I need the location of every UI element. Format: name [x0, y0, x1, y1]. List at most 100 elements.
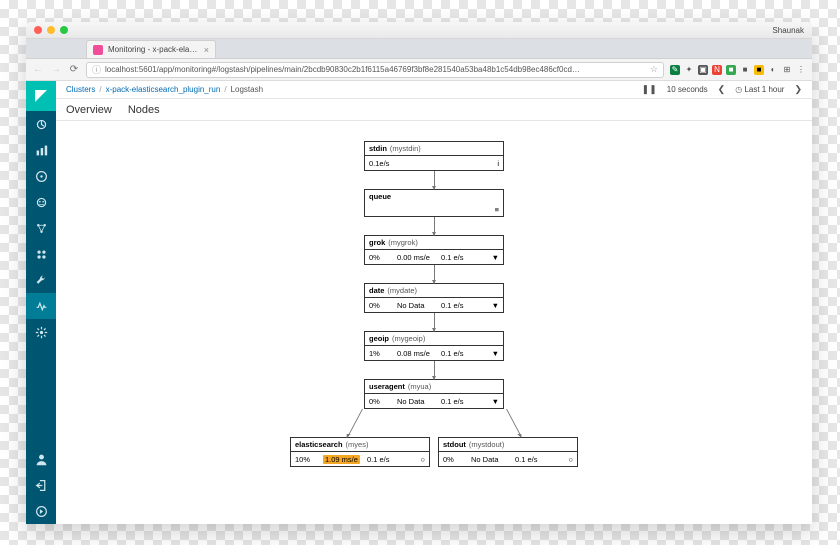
ext-icon-6[interactable]: ■: [754, 65, 764, 75]
subnav-nodes[interactable]: Nodes: [128, 104, 160, 116]
split-connector: [294, 409, 574, 437]
url-text: localhost:5601/app/monitoring#/logstash/…: [105, 65, 646, 74]
browser-toolbar: ← → ⟳ ⓘ localhost:5601/app/monitoring#/l…: [26, 59, 812, 81]
node-pct: 0%: [369, 397, 393, 406]
node-pct: 1%: [369, 349, 393, 358]
sidebar-item-account[interactable]: [26, 446, 56, 472]
filter-icon: ▼: [489, 349, 499, 358]
node-id: (myua): [408, 382, 431, 391]
sidebar-item-collapse[interactable]: [26, 498, 56, 524]
browser-tabstrip: Monitoring - x-pack-elasticse ×: [26, 39, 812, 59]
pipeline-canvas[interactable]: stdin(mystdin) 0.1e/s i queue ≡ grok(myg…: [56, 121, 812, 524]
close-dot[interactable]: [34, 26, 42, 34]
subnav: Overview Nodes: [56, 99, 812, 121]
topbar: Clusters / x-pack-elasticsearch_plugin_r…: [56, 81, 812, 99]
node-evs: 0.1 e/s: [441, 397, 477, 406]
forward-icon: →: [50, 64, 62, 76]
node-geoip[interactable]: geoip(mygeoip) 1% 0.08 ms/e 0.1 e/s ▼: [364, 331, 504, 361]
breadcrumb-sep: /: [99, 85, 101, 94]
bookmark-star-icon[interactable]: ☆: [650, 64, 658, 75]
node-pct: 0%: [369, 301, 393, 310]
zoom-dot[interactable]: [60, 26, 68, 34]
topbar-right: ❚❚ 10 seconds ❮ ◷ Last 1 hour ❯: [642, 84, 802, 95]
ext-icon-7[interactable]: ◐: [768, 65, 778, 75]
node-id: (myes): [346, 440, 369, 449]
sidebar-item-monitoring[interactable]: [26, 293, 56, 319]
kibana-logo[interactable]: [26, 81, 56, 111]
node-useragent[interactable]: useragent(myua) 0% No Data 0.1 e/s ▼: [364, 379, 504, 409]
node-id: (mystdin): [390, 144, 421, 153]
breadcrumb-clusters[interactable]: Clusters: [66, 85, 95, 94]
chrome-profile-name[interactable]: Shaunak: [772, 26, 804, 35]
ext-icon-8[interactable]: ⊞: [782, 65, 792, 75]
node-name: grok: [369, 238, 385, 247]
minimize-dot[interactable]: [47, 26, 55, 34]
breadcrumb-current: Logstash: [231, 85, 263, 94]
node-stdout[interactable]: stdout(mystdout) 0% No Data 0.1 e/s ○: [438, 437, 578, 467]
breadcrumb: Clusters / x-pack-elasticsearch_plugin_r…: [66, 85, 263, 94]
time-prev-icon[interactable]: ❮: [718, 84, 726, 95]
queue-icon: ≡: [489, 205, 499, 214]
reload-icon[interactable]: ⟳: [68, 64, 80, 76]
node-queue[interactable]: queue ≡: [364, 189, 504, 217]
connector: [434, 217, 435, 235]
output-row: elasticsearch(myes) 10% 1.09 ms/e 0.1 e/…: [290, 437, 578, 467]
node-grok[interactable]: grok(mygrok) 0% 0.00 ms/e 0.1 e/s ▼: [364, 235, 504, 265]
node-name: elasticsearch: [295, 440, 343, 449]
address-bar[interactable]: ⓘ localhost:5601/app/monitoring#/logstas…: [86, 62, 664, 78]
close-tab-icon[interactable]: ×: [204, 45, 209, 55]
site-info-icon[interactable]: ⓘ: [92, 63, 101, 76]
sidebar-item-devtools[interactable]: [26, 267, 56, 293]
node-ms: 0.08 ms/e: [397, 349, 437, 358]
node-evs: 0.1 e/s: [441, 253, 477, 262]
sidebar-item-graph[interactable]: [26, 215, 56, 241]
sidebar-item-machine-learning[interactable]: [26, 241, 56, 267]
node-date[interactable]: date(mydate) 0% No Data 0.1 e/s ▼: [364, 283, 504, 313]
back-icon[interactable]: ←: [32, 64, 44, 76]
ext-icon-5[interactable]: ■: [740, 65, 750, 75]
node-name: queue: [369, 192, 391, 201]
breadcrumb-cluster-name[interactable]: x-pack-elasticsearch_plugin_run: [106, 85, 221, 94]
sidebar-item-logout[interactable]: [26, 472, 56, 498]
node-elasticsearch[interactable]: elasticsearch(myes) 10% 1.09 ms/e 0.1 e/…: [290, 437, 430, 467]
time-range[interactable]: ◷ Last 1 hour: [735, 85, 784, 94]
node-stdin[interactable]: stdin(mystdin) 0.1e/s i: [364, 141, 504, 171]
sidebar-item-management[interactable]: [26, 319, 56, 345]
node-ms: No Data: [397, 301, 437, 310]
sidebar-item-discover[interactable]: [26, 111, 56, 137]
kibana-sidebar: [26, 81, 56, 524]
chrome-menu-icon[interactable]: ⋮: [796, 65, 806, 75]
node-ms: No Data: [397, 397, 437, 406]
sidebar-item-visualize[interactable]: [26, 137, 56, 163]
ext-icon-3[interactable]: N: [712, 65, 722, 75]
ext-icon-2[interactable]: ✦: [684, 65, 694, 75]
node-evs: 0.1 e/s: [441, 301, 477, 310]
kibana-logo-icon: [33, 88, 49, 104]
filter-icon: ▼: [489, 253, 499, 262]
subnav-overview[interactable]: Overview: [66, 104, 112, 116]
node-ms: 1.09 ms/e: [323, 455, 360, 464]
node-id: (mystdout): [469, 440, 504, 449]
input-icon: i: [489, 159, 499, 168]
main-panel: Clusters / x-pack-elasticsearch_plugin_r…: [56, 81, 812, 524]
cast-icon[interactable]: ▣: [698, 65, 708, 75]
sidebar-item-dashboard[interactable]: [26, 163, 56, 189]
pause-icon[interactable]: ❚❚: [642, 84, 657, 95]
browser-tab[interactable]: Monitoring - x-pack-elasticse ×: [86, 40, 216, 58]
node-name: date: [369, 286, 384, 295]
node-pct: 10%: [295, 455, 319, 464]
time-next-icon[interactable]: ❯: [794, 84, 802, 95]
sidebar-item-timelion[interactable]: [26, 189, 56, 215]
connector: [434, 265, 435, 283]
kibana-favicon: [93, 45, 103, 55]
output-icon: ○: [563, 455, 573, 464]
ext-icon-1[interactable]: ✎: [670, 65, 680, 75]
node-evs: 0.1e/s: [369, 159, 405, 168]
refresh-interval[interactable]: 10 seconds: [667, 85, 708, 94]
node-pct: 0%: [369, 253, 393, 262]
node-id: (mygrok): [388, 238, 418, 247]
filter-icon: ▼: [489, 301, 499, 310]
node-name: useragent: [369, 382, 405, 391]
ext-icon-4[interactable]: ■: [726, 65, 736, 75]
connector: [434, 361, 435, 379]
